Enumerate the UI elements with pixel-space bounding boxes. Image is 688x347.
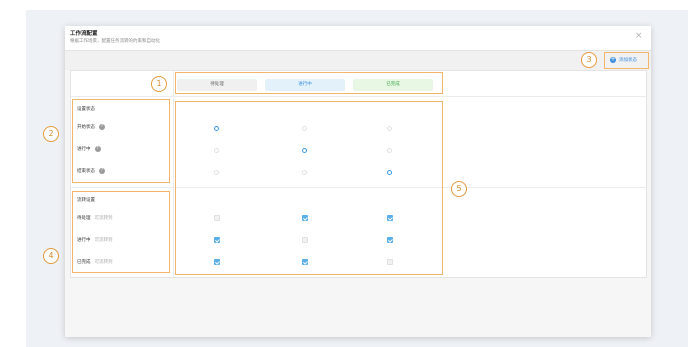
grid-divider — [71, 96, 646, 97]
modal-subtitle: 根据工作场景，配置任务流转的约束和自动化 — [70, 39, 160, 44]
annotation-box-status-header — [175, 72, 443, 94]
annotation-box-transition-settings — [72, 191, 170, 273]
annotation-badge-1: 1 — [151, 76, 167, 92]
annotation-box-options-area — [175, 101, 443, 275]
grid-divider — [173, 71, 174, 277]
annotation-badge-5: 5 — [451, 181, 467, 197]
annotation-badge-4: 4 — [43, 248, 59, 264]
modal-header: 工作流配置 根据工作场景，配置任务流转的约束和自动化 × — [65, 26, 651, 51]
annotation-badge-3: 3 — [581, 52, 597, 68]
close-icon[interactable]: × — [635, 32, 643, 41]
annotation-box-status-settings — [72, 99, 170, 183]
toolbar — [65, 51, 651, 70]
annotation-badge-2: 2 — [43, 126, 59, 142]
modal-title: 工作流配置 — [70, 31, 98, 37]
annotation-box-add-status — [604, 52, 649, 69]
